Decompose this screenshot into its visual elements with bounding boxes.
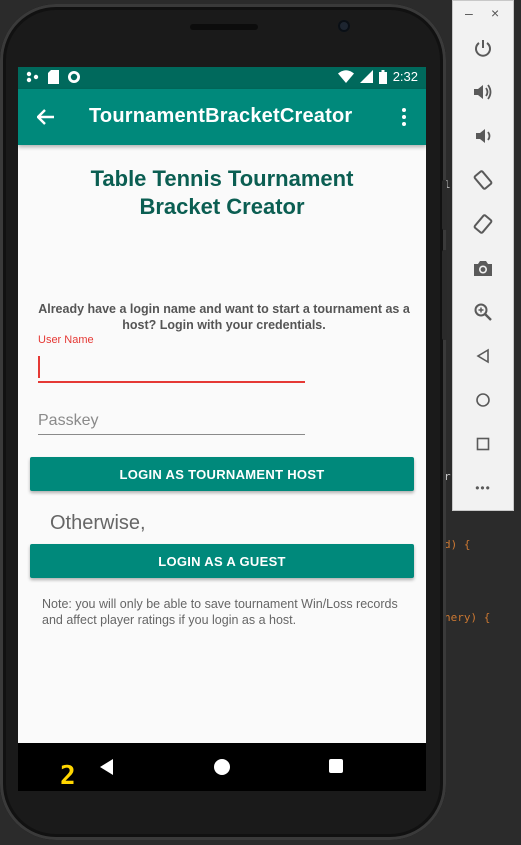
back-icon[interactable]: [470, 343, 496, 369]
signal-icon: [359, 70, 373, 83]
page-title-line1: Table Tennis Tournament: [90, 166, 354, 191]
volume-up-icon[interactable]: [470, 79, 496, 105]
volume-down-icon[interactable]: [470, 123, 496, 149]
overview-icon[interactable]: [470, 431, 496, 457]
app-bar: TournamentBracketCreator: [18, 89, 426, 145]
more-icon[interactable]: •••: [470, 475, 496, 501]
ide-code-fragment: nery) {: [444, 611, 491, 624]
login-prompt: Already have a login name and want to st…: [38, 302, 410, 332]
phone-earpiece: [190, 24, 258, 30]
username-label: User Name: [38, 334, 94, 346]
rotate-right-icon[interactable]: [470, 211, 496, 237]
power-icon[interactable]: [470, 35, 496, 61]
frame-counter: 2: [60, 761, 76, 791]
camera-icon[interactable]: [470, 255, 496, 281]
app-title: TournamentBracketCreator: [89, 105, 353, 127]
arrow-back-icon[interactable]: [32, 103, 60, 131]
username-input[interactable]: [38, 355, 305, 383]
host-note: Note: you will only be able to save tour…: [42, 597, 398, 627]
phone-camera: [338, 20, 350, 32]
minimize-button[interactable]: –: [465, 5, 473, 21]
nav-back-icon[interactable]: [100, 759, 113, 775]
notification-dots-icon: [26, 71, 39, 83]
circle-indicator-icon: [68, 71, 80, 83]
sd-card-icon: [48, 70, 59, 84]
login-guest-button[interactable]: LOGIN AS A GUEST: [30, 544, 414, 578]
rotate-left-icon[interactable]: [470, 167, 496, 193]
phone-volume-button[interactable]: [442, 250, 447, 340]
nav-recent-apps-icon[interactable]: [329, 759, 343, 773]
page-title-line2: Bracket Creator: [139, 194, 305, 219]
battery-icon: [378, 69, 387, 84]
navigation-bar: [18, 743, 426, 791]
status-bar: 2:32: [18, 67, 426, 89]
status-time: 2:32: [392, 69, 418, 84]
close-button[interactable]: ×: [491, 5, 499, 21]
nav-home-icon[interactable]: [214, 759, 230, 775]
phone-side-button[interactable]: [442, 180, 447, 230]
text-caret: [38, 356, 40, 378]
more-vert-icon[interactable]: [392, 103, 416, 131]
otherwise-text: Otherwise,: [50, 512, 146, 534]
zoom-icon[interactable]: [470, 299, 496, 325]
passkey-input[interactable]: [38, 408, 305, 435]
app-screen: 2:32 TournamentBracketCreator Table Tenn…: [18, 67, 426, 743]
login-host-button[interactable]: LOGIN AS TOURNAMENT HOST: [30, 457, 414, 491]
ide-code-fragment: d) {: [444, 538, 471, 551]
home-icon[interactable]: [470, 387, 496, 413]
wifi-icon: [337, 70, 354, 83]
emulator-panel: – × •••: [452, 0, 514, 511]
